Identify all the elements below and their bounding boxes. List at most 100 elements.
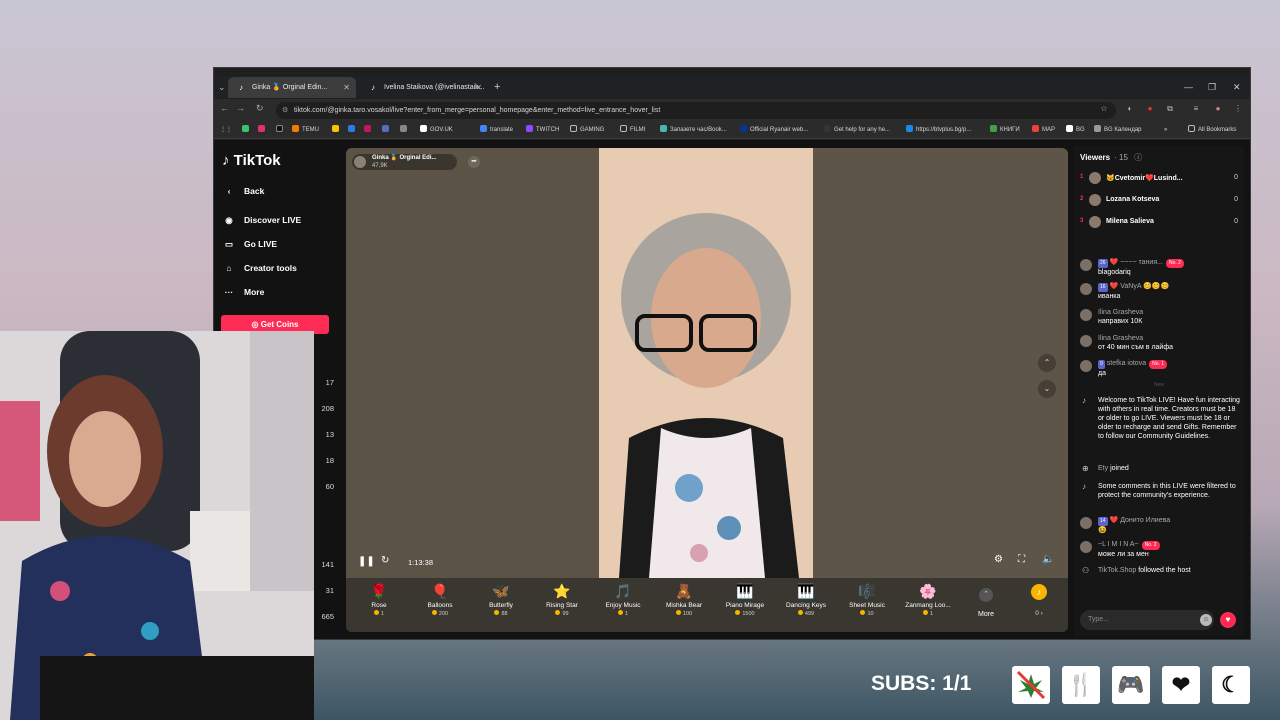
- new-tab-button[interactable]: +: [494, 77, 500, 98]
- bookmark-ryanair[interactable]: Official Ryanair web...: [740, 124, 808, 136]
- gift-butterfly[interactable]: 🦋 Butterfly 88: [471, 582, 531, 617]
- bookmark-misc[interactable]: [364, 124, 374, 136]
- bookmark-tiktok[interactable]: [276, 124, 286, 136]
- site-info-icon[interactable]: ⚙: [282, 102, 288, 119]
- gift-rising-star[interactable]: ⭐ Rising Star 99: [532, 582, 592, 617]
- bookmark-folder-filmi[interactable]: FILMI: [620, 124, 645, 136]
- bookmark-help[interactable]: Get help for any he...: [824, 124, 890, 136]
- avatar: [1080, 309, 1092, 321]
- gift-mishka-bear[interactable]: 🧸 Mishka Bear 100: [654, 582, 714, 617]
- chat-message[interactable]: ~L I M I N A~ No. 2 може ли за мен: [1080, 540, 1240, 559]
- bookmark-folder-gaming[interactable]: GAMING: [570, 124, 604, 136]
- coin-icon: [555, 610, 561, 615]
- bookmark-map[interactable]: MAP: [1032, 124, 1055, 136]
- forward-arrow-icon[interactable]: →: [236, 103, 245, 113]
- avatar: [1080, 259, 1092, 271]
- gift-rose[interactable]: 🌹 Rose 1: [349, 582, 409, 617]
- bookmark-home[interactable]: [242, 124, 252, 136]
- bookmarks-overflow-icon[interactable]: »: [1164, 124, 1167, 136]
- fullscreen-icon[interactable]: ⛶: [1018, 554, 1025, 565]
- chat-message[interactable]: 9 stefka iotova No. 1 да: [1080, 359, 1240, 378]
- bookmark-twitch[interactable]: TWITCH: [526, 124, 559, 136]
- volume-icon[interactable]: 🔈: [1042, 554, 1054, 565]
- settings-icon[interactable]: ⚙: [994, 554, 1003, 565]
- bookmark-calendar[interactable]: BG Календар: [1094, 124, 1142, 136]
- tiktok-icon: ♪: [1082, 396, 1086, 405]
- bookmark-misc[interactable]: [348, 124, 358, 136]
- send-gift-icon[interactable]: ♥: [1220, 612, 1236, 628]
- bookmark-misc[interactable]: [332, 124, 342, 136]
- nav-go-live[interactable]: ▭ Go LIVE: [222, 239, 277, 250]
- close-window-button[interactable]: ✕: [1233, 77, 1241, 98]
- back-arrow-icon[interactable]: ←: [220, 103, 229, 113]
- top-viewer-row[interactable]: 1 🐱Cvetomir❤️Lusind... 0: [1080, 172, 1238, 186]
- nav-discover-live[interactable]: ◉ Discover LIVE: [222, 215, 301, 226]
- top-viewer-row[interactable]: 2 Lozana Kotseva 0: [1080, 194, 1238, 208]
- coin-wallet-button[interactable]: ♪ 0 ›: [1024, 584, 1054, 617]
- url-field[interactable]: ⚙ tiktok.com/@ginka.taro.vosakol/live?en…: [276, 102, 1116, 119]
- more-gifts-button[interactable]: ⌃ More: [971, 584, 1001, 618]
- bookmark-misc[interactable]: [400, 124, 410, 136]
- chevron-down-icon[interactable]: ⌄: [1038, 380, 1056, 398]
- chat-message[interactable]: Ilina Grasheva от 40 мин съм в лайфа: [1080, 334, 1240, 352]
- live-video-player[interactable]: Ginka 🏅 Orginal Edi... 47,9K ➦ ❚❚ ↻ 1:13…: [346, 148, 1068, 632]
- avatar: [1080, 335, 1092, 347]
- tiktok-logo[interactable]: ♪ TikTok: [222, 152, 281, 169]
- gift-piano-mirage[interactable]: 🎹 Piano Mirage 1500: [715, 582, 775, 617]
- chat-message[interactable]: 14 ❤️ Донито Илиева 😆: [1080, 516, 1240, 535]
- tab-ivelina[interactable]: ♪ Ivelina Staikova (@ivelinastaik... ✕: [360, 77, 488, 98]
- tab-ginka-live[interactable]: ♪ Ginka 🏅 Orginal Edin... ✕: [228, 77, 356, 98]
- profile-avatar-icon[interactable]: ●: [1212, 102, 1224, 116]
- chevron-up-icon[interactable]: ⌃: [1038, 354, 1056, 372]
- bookmark-gov-uk[interactable]: GOV.UK: [420, 124, 453, 136]
- gift-enjoy-music[interactable]: 🎵 Enjoy Music 1: [593, 582, 653, 617]
- nav-creator-tools[interactable]: ⌂ Creator tools: [222, 263, 296, 273]
- record-extension-icon[interactable]: ●: [1144, 102, 1156, 116]
- viewers-header[interactable]: Viewers · 15 ⓘ: [1080, 152, 1142, 163]
- minimize-button[interactable]: —: [1184, 77, 1193, 98]
- nav-back[interactable]: ‹ Back: [222, 186, 265, 196]
- refresh-icon[interactable]: ↻: [381, 555, 389, 566]
- share-icon[interactable]: ➦: [468, 156, 480, 168]
- filtered-notice: ♪ Some comments in this LIVE were filtere…: [1082, 482, 1236, 499]
- bookmark-translate[interactable]: translate: [480, 124, 513, 136]
- bookmark-instagram[interactable]: [258, 124, 268, 136]
- gift-sheet-music[interactable]: 🎼 Sheet Music 10: [837, 582, 897, 617]
- emoji-icon[interactable]: ☺: [1200, 614, 1212, 626]
- reload-icon[interactable]: ↻: [256, 103, 264, 114]
- chat-input[interactable]: Type...: [1080, 610, 1214, 630]
- chat-message[interactable]: 16 ❤️ VaNyA 😊😊😊 иванка: [1080, 282, 1240, 301]
- all-bookmarks[interactable]: All Bookmarks: [1188, 124, 1236, 136]
- gift-balloons[interactable]: 🎈 Balloons 200: [410, 582, 470, 617]
- coin-icon: [860, 610, 866, 615]
- host-badge[interactable]: Ginka 🏅 Orginal Edi... 47,9K: [352, 154, 457, 170]
- chat-message[interactable]: Ilina Grasheva направих 10К: [1080, 308, 1240, 326]
- maximize-button[interactable]: ❐: [1208, 77, 1216, 98]
- subs-counter: SUBS: 1/1: [871, 672, 972, 695]
- pause-icon[interactable]: ❚❚: [358, 556, 375, 567]
- bookmark-book[interactable]: Запазете час/Book...: [660, 124, 727, 136]
- nav-more[interactable]: ··· More: [222, 287, 265, 297]
- bookmark-bg[interactable]: BG: [1066, 124, 1085, 136]
- browser-menu-icon[interactable]: ⋮: [1232, 102, 1244, 116]
- bookmark-temu[interactable]: TEMU: [292, 124, 319, 136]
- bookmark-btvplus[interactable]: https://btvplus.bg/p...: [906, 124, 971, 136]
- extension-icon[interactable]: ◐: [1124, 102, 1136, 116]
- tab-bar: ⌄ ♪ Ginka 🏅 Orginal Edin... ✕ ♪ Ivelina …: [214, 76, 1250, 98]
- tab-list-icon[interactable]: ≡: [1190, 102, 1202, 116]
- bookmark-star-icon[interactable]: ☆: [1098, 102, 1110, 116]
- host-camera-feed: [599, 148, 813, 578]
- chat-message[interactable]: 26 ❤️ ~~~~ тания... No. 2 blagodariq: [1080, 258, 1240, 277]
- gift-zanmang[interactable]: 🌸 Zanmang Loo... 1: [898, 582, 958, 617]
- bookmark-misc[interactable]: [382, 124, 392, 136]
- close-tab-icon[interactable]: ✕: [475, 77, 482, 98]
- heart-icon: ❤: [1162, 666, 1200, 704]
- bookmark-knigi[interactable]: КНИГИ: [990, 124, 1020, 136]
- close-tab-icon[interactable]: ✕: [343, 77, 350, 98]
- tab-search-icon[interactable]: ⌄: [218, 77, 226, 98]
- gift-dancing-keys[interactable]: 🎹 Dancing Keys 499: [776, 582, 836, 617]
- apps-icon[interactable]: ⋮⋮: [220, 124, 232, 136]
- top-viewer-row[interactable]: 3 Milena Salieva 0: [1080, 216, 1238, 230]
- puzzle-icon[interactable]: ⧉: [1164, 102, 1176, 116]
- piano-icon: 🎹: [736, 583, 754, 599]
